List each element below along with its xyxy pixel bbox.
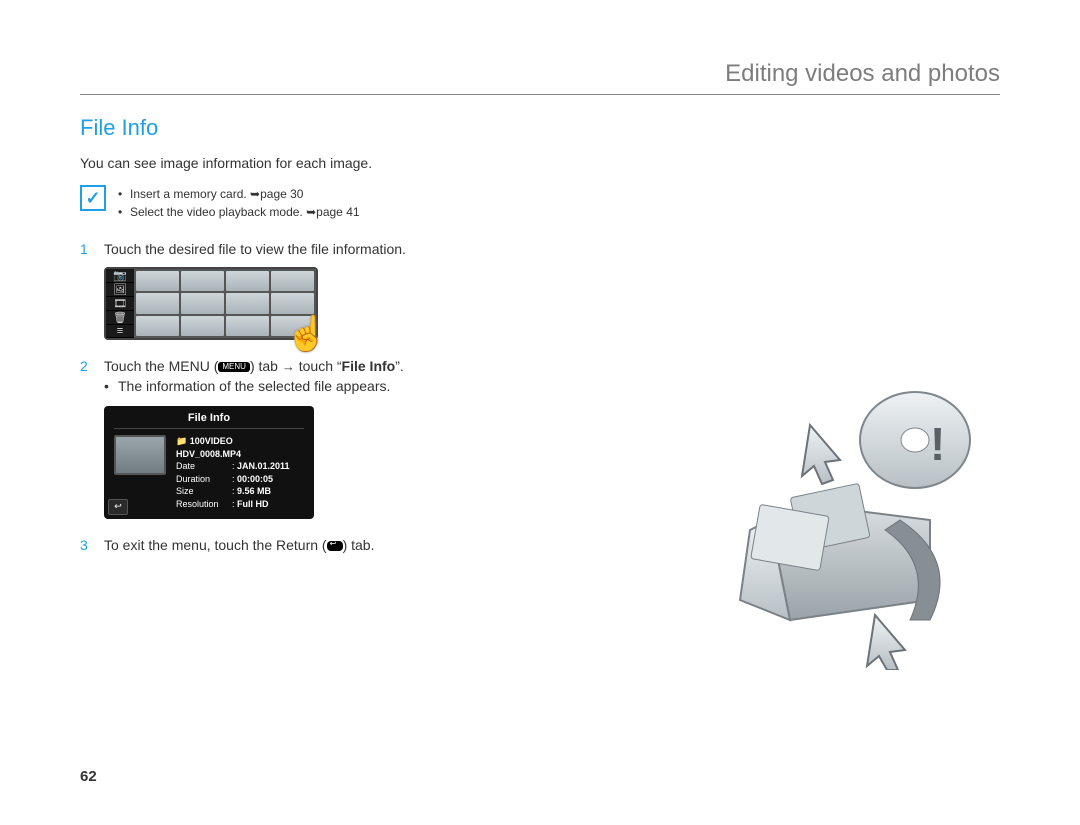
meta-key: Date <box>176 460 232 473</box>
folder-icon: 📁 <box>176 436 187 446</box>
meta-key: Resolution <box>176 498 232 511</box>
thumbnail <box>181 316 224 336</box>
menu-icon: ≡ <box>106 325 134 338</box>
thumbnail <box>181 293 224 313</box>
file-info-folder: 100VIDEO <box>190 436 233 446</box>
arrow-right-icon: → <box>282 359 295 374</box>
photo-icon: 🖼 <box>106 283 134 297</box>
thumbnail-grid <box>134 269 316 338</box>
meta-val: Full HD <box>237 499 269 509</box>
thumbnail <box>271 293 314 313</box>
meta-key: Size <box>176 485 232 498</box>
film-icon: 🎞 <box>106 297 134 311</box>
thumbnail <box>271 271 314 291</box>
thumbnail <box>226 271 269 291</box>
meta-val: 00:00:05 <box>237 474 273 484</box>
thumbnail <box>226 293 269 313</box>
file-info-thumb <box>114 435 166 475</box>
page-title: Editing videos and photos <box>80 60 1000 95</box>
file-info-body: 📁 100VIDEO HDV_0008.MP4 Date: JAN.01.201… <box>114 435 304 511</box>
manual-page: Editing videos and photos File Info You … <box>0 0 1080 825</box>
step-text-part: ) tab. <box>343 537 375 553</box>
step-number: 1 <box>80 241 88 257</box>
trash-icon: 🗑 <box>106 311 134 325</box>
svg-text:!: ! <box>930 418 945 470</box>
thumbnail <box>271 316 314 336</box>
meta-key: Duration <box>176 473 232 486</box>
step-text-part: ) tab <box>250 358 282 374</box>
step-1: 1 Touch the desired file to view the fil… <box>80 241 1000 340</box>
thumbnail <box>181 271 224 291</box>
folder-cursor-art-icon: ! <box>700 370 1000 670</box>
note-item: Select the video playback mode. ➥page 41 <box>118 203 360 221</box>
thumbnail <box>226 316 269 336</box>
return-icon: ↩ <box>108 499 128 515</box>
meta-val: JAN.01.2011 <box>237 461 290 471</box>
decorative-illustration: ! <box>700 370 1000 670</box>
thumbnail-grid-screenshot: 📷 🖼 🎞 🗑 ≡ <box>104 267 318 340</box>
step-bold: File Info <box>342 358 396 374</box>
step-text-part: Touch the MENU ( <box>104 358 218 374</box>
page-number: 62 <box>80 768 97 785</box>
step-number: 3 <box>80 537 88 553</box>
file-info-filename: HDV_0008.MP4 <box>176 449 241 459</box>
menu-pill-icon: MENU <box>218 362 250 372</box>
note-list: Insert a memory card. ➥page 30 Select th… <box>118 185 360 221</box>
thumbnail-sidebar: 📷 🖼 🎞 🗑 ≡ <box>106 269 134 338</box>
thumbnail <box>136 316 179 336</box>
note-item: Insert a memory card. ➥page 30 <box>118 185 360 203</box>
check-icon: ✓ <box>80 185 106 211</box>
step-text-part: ”. <box>395 358 404 374</box>
section-intro: You can see image information for each i… <box>80 155 1000 171</box>
step-text-part: To exit the menu, touch the Return ( <box>104 537 327 553</box>
section-heading: File Info <box>80 115 1000 141</box>
meta-val: 9.56 MB <box>237 486 271 496</box>
file-info-screenshot: File Info 📁 100VIDEO HDV_0008.MP4 Date: … <box>104 406 314 519</box>
thumbnail <box>136 271 179 291</box>
step-text-part: touch “ <box>295 358 342 374</box>
note-block: ✓ Insert a memory card. ➥page 30 Select … <box>80 185 1000 221</box>
return-pill-icon <box>327 541 343 551</box>
camera-icon: 📷 <box>106 269 134 283</box>
step-text: Touch the desired file to view the file … <box>104 241 406 257</box>
step-number: 2 <box>80 358 88 374</box>
file-info-panel-title: File Info <box>114 412 304 429</box>
file-info-meta: 📁 100VIDEO HDV_0008.MP4 Date: JAN.01.201… <box>176 435 290 511</box>
thumbnail <box>136 293 179 313</box>
